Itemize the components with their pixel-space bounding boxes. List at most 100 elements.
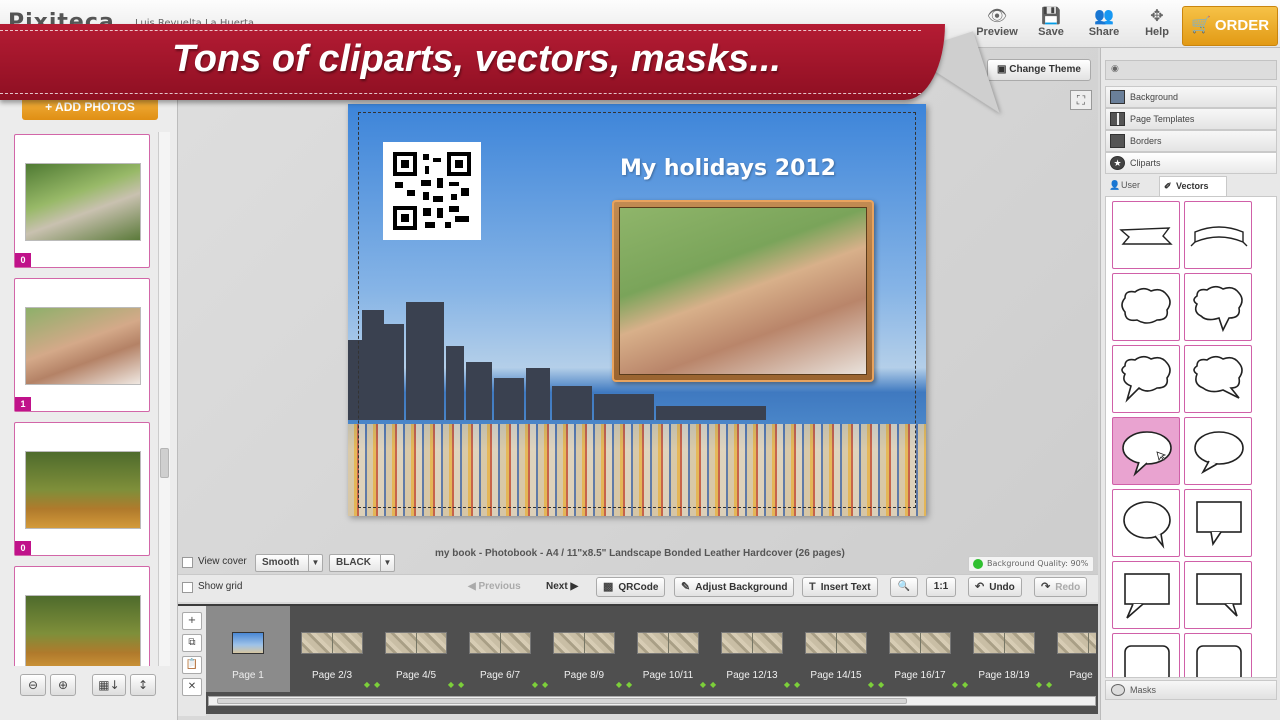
smooth-select[interactable]: Smooth ▼: [255, 554, 323, 572]
vector-item-thought-cloud-right[interactable]: [1184, 345, 1252, 413]
save-button[interactable]: 💾 Save: [1024, 6, 1078, 44]
adjust-background-button[interactable]: ✎ Adjust Background: [674, 577, 795, 597]
photo-thumbnail: [25, 163, 141, 241]
color-select[interactable]: BLACK ▼: [329, 554, 395, 572]
grid-icon: [1110, 112, 1125, 126]
move-arrows-icon[interactable]: ◆◆: [752, 680, 836, 689]
fit-to-screen-icon[interactable]: ⛶: [1070, 90, 1092, 110]
building: [494, 378, 524, 420]
banner-text: Tons of cliparts, vectors, masks...: [172, 38, 781, 80]
vector-item-square-bubble[interactable]: [1184, 489, 1252, 557]
scrollbar-thumb[interactable]: [160, 448, 169, 478]
qrcode-element[interactable]: [383, 142, 481, 240]
sort-by-date-icon[interactable]: ▦↓: [92, 674, 126, 696]
vector-item-rounded-rect-bubble-alt[interactable]: [1184, 633, 1252, 677]
photo-list-tools: ⊖ ⊕ ▦↓ ↕: [20, 674, 160, 696]
vector-item-thought-cloud-left[interactable]: [1112, 345, 1180, 413]
panel-item-cliparts[interactable]: ★ Cliparts: [1105, 152, 1277, 174]
tab-user[interactable]: 👤 User: [1105, 176, 1157, 196]
spread-thumbnail[interactable]: [469, 632, 531, 654]
sort-alpha-icon[interactable]: ↕: [130, 674, 156, 696]
zoom-out-icon[interactable]: ⊖: [20, 674, 46, 696]
preview-button[interactable]: 👁 Preview: [970, 6, 1024, 44]
insert-text-button[interactable]: T Insert Text: [802, 577, 878, 597]
help-button[interactable]: ✥ Help: [1130, 6, 1184, 44]
panel-item-background[interactable]: Background: [1105, 86, 1277, 108]
photo-list: 0 1 0: [12, 132, 154, 666]
arrow-right-icon: ▶: [567, 581, 579, 592]
next-button[interactable]: Next ▶: [546, 577, 578, 597]
spread-thumbnail[interactable]: [721, 632, 783, 654]
background-quality-indicator: Background Quality: 90%: [968, 556, 1094, 572]
move-arrows-icon[interactable]: ◆◆: [500, 680, 584, 689]
scrollbar-thumb[interactable]: [217, 698, 907, 704]
qrcode-small-icon: ▩: [603, 581, 614, 593]
collapse-icon: ◉: [1111, 64, 1119, 74]
move-arrows-icon[interactable]: ◆◆: [1004, 680, 1088, 689]
tab-vectors[interactable]: ✐ Vectors: [1159, 176, 1227, 196]
photo-in-frame: [619, 207, 867, 375]
framed-photo[interactable]: [612, 200, 874, 382]
vector-item-rect-bubble-right[interactable]: [1184, 561, 1252, 629]
move-arrows-icon[interactable]: ◆◆: [920, 680, 1004, 689]
photo-list-scrollbar[interactable]: [158, 132, 170, 666]
move-arrows-icon[interactable]: ◆◆: [584, 680, 668, 689]
spread-thumbnail[interactable]: [889, 632, 951, 654]
building: [348, 340, 362, 420]
vector-item-rounded-rect-bubble[interactable]: [1112, 633, 1180, 677]
undo-icon: ↶: [975, 581, 985, 593]
spread-thumbnail[interactable]: [637, 632, 699, 654]
panel-item-masks[interactable]: Masks: [1105, 680, 1277, 700]
panel-item-borders[interactable]: Borders: [1105, 130, 1277, 152]
show-grid-checkbox[interactable]: [182, 582, 193, 593]
spread-thumbnail[interactable]: [805, 632, 867, 654]
share-button[interactable]: 👥 Share: [1077, 6, 1131, 44]
edit-toolbar: Show grid ◀ Previous Next ▶ ▩ QRCode ✎ Adj…: [178, 574, 1098, 602]
vector-item-rect-bubble-left[interactable]: [1112, 561, 1180, 629]
order-button[interactable]: 🛒 ORDER: [1182, 6, 1278, 46]
photo-use-count: 0: [15, 253, 31, 267]
view-cover-checkbox[interactable]: [182, 557, 193, 568]
page-strip-scrollbar[interactable]: [208, 696, 1096, 706]
page-title-text[interactable]: My holidays 2012: [620, 156, 836, 181]
spread-thumbnail[interactable]: [1057, 632, 1096, 654]
panel-item-page-templates[interactable]: Page Templates: [1105, 108, 1277, 130]
photo-card[interactable]: 0: [14, 422, 150, 556]
photo-card[interactable]: [14, 566, 150, 666]
vector-item-oval-bubble[interactable]: [1112, 417, 1180, 485]
move-arrows-icon[interactable]: ◆◆: [836, 680, 920, 689]
zoom-button[interactable]: 🔍: [890, 577, 918, 597]
spread-thumbnail[interactable]: [553, 632, 615, 654]
lifebuoy-icon: ✥: [1150, 6, 1164, 25]
vector-item-ribbon[interactable]: [1184, 201, 1252, 269]
building: [384, 324, 404, 420]
move-arrows-icon[interactable]: ◆◆: [416, 680, 500, 689]
zoom-ratio-button[interactable]: 1:1: [926, 577, 956, 597]
spread-thumbnail[interactable]: [385, 632, 447, 654]
panel-header[interactable]: ◉: [1105, 60, 1277, 80]
spread-thumbnail[interactable]: [973, 632, 1035, 654]
vector-grid: [1105, 196, 1277, 678]
vector-item-oval-bubble-alt[interactable]: [1184, 417, 1252, 485]
photo-card[interactable]: 0: [14, 134, 150, 268]
photo-thumbnail: [25, 307, 141, 385]
vector-item-banner[interactable]: [1112, 201, 1180, 269]
photo-card[interactable]: 1: [14, 278, 150, 412]
vector-item-round-bubble[interactable]: [1112, 489, 1180, 557]
spread-thumbnail[interactable]: [301, 632, 363, 654]
zoom-in-icon[interactable]: ⊕: [50, 674, 76, 696]
photo-panel: + ADD PHOTOS 0 1 0 ⊖ ⊕ ▦↓ ↕: [0, 48, 178, 720]
move-arrows-icon[interactable]: ◆◆: [668, 680, 752, 689]
move-arrows-icon[interactable]: ◆◆: [332, 680, 416, 689]
vector-item-cloud-bubble[interactable]: [1112, 273, 1180, 341]
undo-button[interactable]: ↶ Undo: [968, 577, 1022, 597]
chevron-down-icon: ▼: [308, 555, 322, 571]
previous-button[interactable]: ◀ Previous: [468, 577, 521, 597]
vector-item-cloud-bubble-tail[interactable]: [1184, 273, 1252, 341]
qrcode-button[interactable]: ▩ QRCode: [596, 577, 666, 597]
border-icon: [1110, 134, 1125, 148]
redo-button[interactable]: ↷ Redo: [1034, 577, 1088, 597]
change-theme-button[interactable]: ▣ Change Theme: [987, 59, 1091, 81]
theme-icon: ▣: [997, 64, 1010, 75]
promo-banner: Tons of cliparts, vectors, masks...: [0, 24, 945, 100]
